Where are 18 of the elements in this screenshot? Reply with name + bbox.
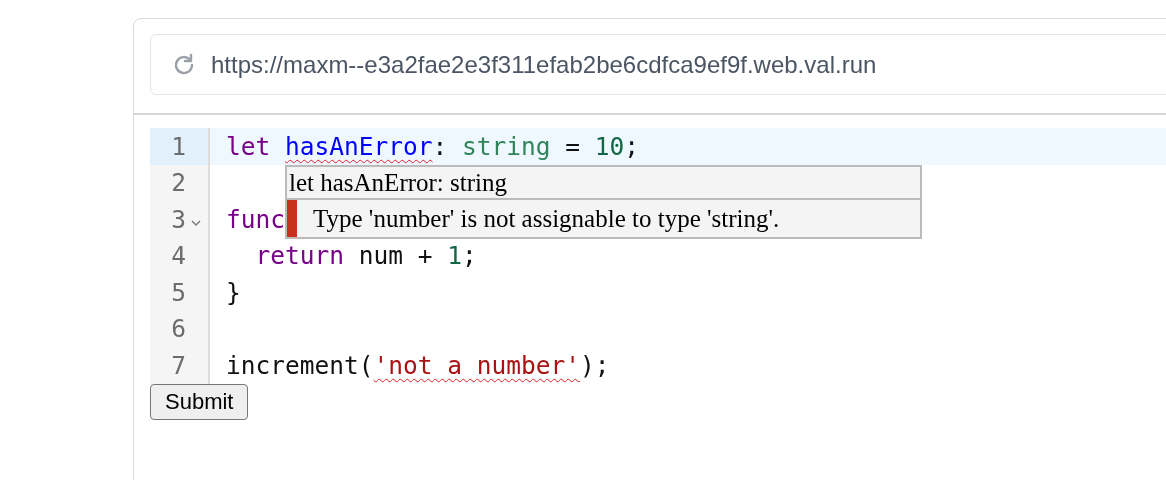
line-number: 2 (170, 168, 186, 198)
url-text: https://maxm--e3a2fae2e3f311efab2be6cdfca9ef9f.web.val.run (211, 50, 877, 79)
line-number: 7 (170, 350, 186, 380)
tooltip-signature: let hasAnError: string (287, 167, 920, 200)
address-bar[interactable]: https://maxm--e3a2fae2e3f311efab2be6cdfca9ef9f.web.val.run (150, 34, 1166, 95)
code-line: increment('not a number'); (226, 350, 610, 380)
line-number: 4 (170, 241, 186, 271)
line-number: 3 (170, 204, 186, 234)
line-number: 5 (170, 277, 186, 307)
code-line: func (226, 204, 285, 234)
line-number: 1 (170, 131, 186, 161)
error-marker (287, 200, 297, 237)
submit-button[interactable]: Submit (150, 383, 249, 420)
code-line: return num + 1; (254, 241, 477, 271)
code-line: } (226, 277, 241, 307)
line-number: 6 (170, 314, 186, 344)
error-message: Type 'number' is not assignable to type 'string'. (312, 204, 781, 234)
code-line: let hasAnError: string = 10; (226, 131, 640, 161)
